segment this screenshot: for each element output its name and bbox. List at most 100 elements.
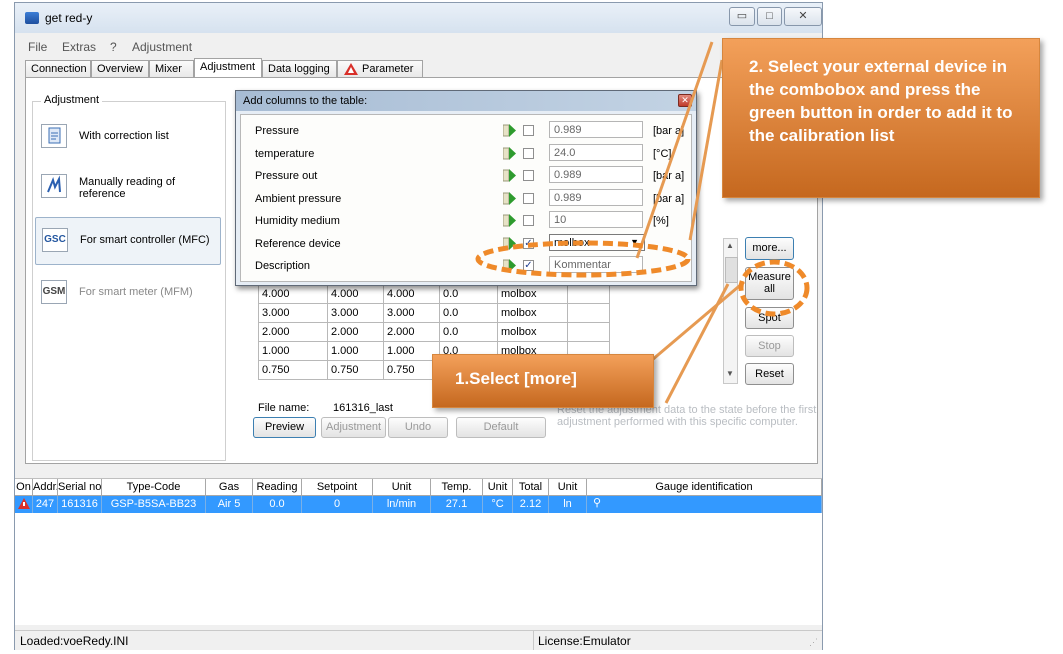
grid-column-header[interactable]: Serial no. — [58, 479, 102, 496]
menu-adjustment[interactable]: Adjustment — [132, 40, 192, 54]
adjustment-smart-meter[interactable]: GSM For smart meter (MFM) — [35, 270, 221, 318]
measure-all-button[interactable]: Measure all — [745, 267, 794, 300]
status-license: License:Emulator — [538, 634, 631, 648]
chevron-down-icon[interactable]: ▼ — [630, 237, 639, 247]
resize-grip-icon[interactable]: ⋰ — [809, 637, 819, 647]
status-bar: Loaded:voeRedy.INI License:Emulator ⋰ — [15, 630, 822, 650]
close-button[interactable]: ✕ — [784, 7, 822, 26]
grid-column-header[interactable]: Unit — [373, 479, 431, 496]
table-scrollbar[interactable]: ▲ ▼ — [723, 238, 738, 384]
menu-help[interactable]: ? — [110, 40, 117, 54]
tab-parameter-label: Parameter — [362, 63, 414, 75]
grid-column-header[interactable]: Unit — [483, 479, 513, 496]
dialog-row-label: temperature — [255, 147, 315, 160]
maximize-button[interactable]: □ — [757, 7, 782, 26]
table-row[interactable]: 4.000 4.000 4.000 0.0 molbox — [258, 284, 610, 304]
dialog-row-value-field[interactable]: 0.989 — [549, 188, 643, 206]
table-cell: 0.0 — [439, 322, 498, 342]
dialog-row-value-field[interactable]: 0.989 — [549, 121, 643, 138]
dialog-row-value-field[interactable]: 0.989 — [549, 166, 643, 183]
tab-parameter[interactable]: Parameter — [337, 60, 423, 77]
dialog-row-value-field[interactable]: Kommentar — [549, 256, 643, 273]
table-cell — [567, 303, 610, 323]
dialog-row: Pressure out 0.989 [bar a] — [241, 165, 691, 187]
reset-button[interactable]: Reset — [745, 363, 794, 385]
scroll-up-icon[interactable]: ▲ — [726, 241, 734, 250]
menu-file[interactable]: File — [28, 40, 47, 54]
dialog-row: Description ✓ Kommentar — [241, 255, 691, 277]
grid-column-header[interactable]: Addr. — [33, 479, 58, 496]
gauge-search-icon[interactable]: ⚲ — [593, 496, 601, 509]
grid-row-selected[interactable]: 247 161316 GSP-B5SA-BB23 Air 5 0.0 0 ln/min 27.… — [15, 496, 822, 513]
scroll-thumb[interactable] — [725, 257, 738, 283]
add-column-arrow-icon[interactable] — [503, 124, 517, 137]
tab-data-logging[interactable]: Data logging — [262, 60, 337, 77]
more-button[interactable]: more... — [745, 237, 794, 260]
grid-column-header[interactable]: Temp. — [431, 479, 483, 496]
dialog-row-value-field[interactable]: 24.0 — [549, 143, 643, 161]
add-column-arrow-icon[interactable] — [503, 259, 517, 272]
add-column-arrow-icon[interactable] — [503, 214, 517, 227]
add-column-arrow-icon[interactable] — [503, 191, 517, 205]
grid-column-header[interactable]: Total — [513, 479, 549, 496]
grid-column-header[interactable]: Reading — [253, 479, 302, 496]
dialog-close-icon[interactable]: ✕ — [678, 94, 692, 107]
grid-cell: ln — [549, 496, 587, 513]
dialog-row-checkbox[interactable] — [523, 170, 534, 181]
gsc-icon: GSC — [42, 228, 68, 252]
dialog-row-checkbox[interactable] — [523, 192, 534, 204]
table-row[interactable]: 3.000 3.000 3.000 0.0 molbox — [258, 303, 610, 323]
default-button[interactable]: Default — [456, 417, 546, 438]
adjustment-label: With correction list — [79, 130, 169, 142]
manual-reading-icon — [41, 174, 67, 198]
undo-button[interactable]: Undo — [388, 417, 448, 438]
grid-column-header[interactable]: Unit — [549, 479, 587, 496]
adjustment-with-correction-list[interactable]: With correction list — [35, 114, 221, 162]
grid-cell: GSP-B5SA-BB23 — [102, 496, 206, 513]
dialog-row-unit: [bar a] — [653, 192, 685, 205]
adjustment-manual-reading[interactable]: Manually reading of reference — [35, 164, 221, 212]
table-cell — [567, 284, 610, 304]
status-loaded: Loaded:voeRedy.INI — [20, 634, 129, 648]
reference-device-combobox[interactable]: molbox ▼ — [549, 233, 645, 251]
add-column-arrow-icon[interactable] — [503, 169, 517, 182]
adjustment-button[interactable]: Adjustment — [321, 417, 386, 438]
add-column-arrow-icon[interactable] — [503, 146, 517, 160]
file-name-label: File name: — [258, 402, 310, 414]
dialog-row: temperature 24.0 [°C] — [241, 143, 691, 165]
minimize-button[interactable]: ▭ — [729, 7, 755, 26]
grid-column-header[interactable]: On — [15, 479, 33, 496]
grid-column-header[interactable]: Setpoint — [302, 479, 373, 496]
table-cell: 0.0 — [439, 284, 498, 304]
tab-overview[interactable]: Overview — [91, 60, 149, 77]
spot-button[interactable]: Spot — [745, 307, 794, 329]
dialog-row-label: Ambient pressure — [255, 192, 342, 205]
tab-adjustment[interactable]: Adjustment — [194, 58, 262, 78]
table-cell: 3.000 — [258, 303, 328, 323]
preview-button[interactable]: Preview — [253, 417, 316, 438]
dialog-row-checkbox[interactable] — [523, 215, 534, 226]
menu-extras[interactable]: Extras — [62, 40, 96, 54]
grid-column-header[interactable]: Gas — [206, 479, 253, 496]
dialog-row-checkbox[interactable] — [523, 147, 534, 159]
grid-column-header[interactable]: Type-Code — [102, 479, 206, 496]
dialog-row-checkbox[interactable]: ✓ — [523, 260, 534, 271]
table-cell — [567, 322, 610, 342]
grid-column-header[interactable]: Gauge identification — [587, 479, 822, 496]
tab-mixer[interactable]: Mixer — [149, 60, 194, 77]
dialog-row-checkbox[interactable] — [523, 125, 534, 136]
dialog-row-value-field[interactable]: 10 — [549, 211, 643, 228]
dialog-row-checkbox[interactable]: ✓ — [523, 237, 534, 249]
grid-cell: °C — [483, 496, 513, 513]
stop-button[interactable]: Stop — [745, 335, 794, 357]
table-cell: molbox — [497, 284, 568, 304]
tab-connection[interactable]: Connection — [25, 60, 91, 77]
status-divider — [533, 631, 534, 650]
adjustment-smart-controller[interactable]: GSC For smart controller (MFC) — [35, 217, 221, 265]
dialog-title-bar: Add columns to the table: ✕ — [236, 91, 696, 111]
table-row[interactable]: 2.000 2.000 2.000 0.0 molbox — [258, 322, 610, 342]
dialog-row-label: Pressure — [255, 125, 300, 137]
dialog-row: Pressure 0.989 [bar a] — [241, 120, 691, 142]
add-column-arrow-icon[interactable] — [503, 236, 517, 250]
scroll-down-icon[interactable]: ▼ — [726, 369, 734, 378]
